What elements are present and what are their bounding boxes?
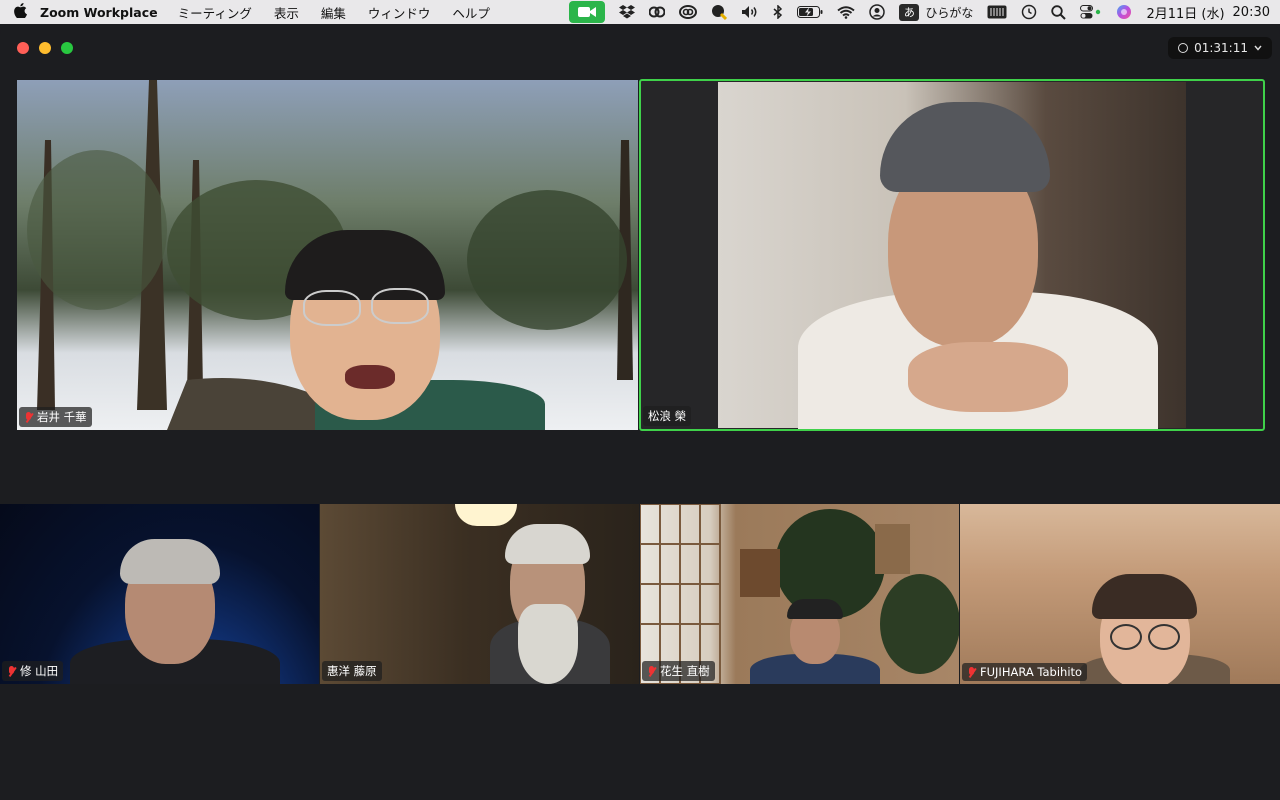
participant-name-tag: 花生 直樹 — [642, 661, 715, 681]
user-account-icon[interactable] — [869, 0, 886, 24]
participant-name-tag: 松浪 榮 — [643, 406, 692, 426]
apple-menu-icon[interactable] — [0, 2, 40, 22]
microphone-muted-icon — [7, 665, 16, 677]
wifi-icon[interactable] — [837, 0, 856, 24]
bluetooth-icon[interactable] — [773, 0, 783, 24]
microphone-muted-icon — [967, 666, 976, 678]
video-tile[interactable]: 修 山田 — [0, 504, 319, 684]
microphone-muted-icon — [647, 665, 656, 677]
bug-alert-icon[interactable] — [711, 0, 728, 24]
video-tile[interactable]: FUJIHARA Tabihito — [960, 504, 1280, 684]
minimize-window-button[interactable] — [39, 42, 51, 54]
menubar-date[interactable]: 2月11日 (水) — [1146, 0, 1224, 24]
zoom-video-icon[interactable] — [569, 1, 606, 23]
chevron-down-icon — [1254, 45, 1262, 51]
weave-icon[interactable] — [649, 0, 666, 24]
microphone-muted-icon — [24, 411, 33, 423]
menu-bar: Zoom Workplace ミーティング 表示 編集 ウィンドウ ヘルプ あ … — [0, 0, 1280, 24]
creative-cloud-icon[interactable] — [679, 0, 698, 24]
zoom-meeting-window: 01:31:11 岩井 千華 松浪 榮 修 山田 惠洋 藤原 花生 直樹 FUJ… — [0, 24, 1280, 800]
video-tile-active-speaker[interactable]: 松浪 榮 — [639, 79, 1265, 431]
participant-name: 松浪 榮 — [648, 409, 687, 423]
video-tile[interactable]: 惠洋 藤原 — [320, 504, 639, 684]
participant-figure — [285, 230, 575, 430]
participant-name: 岩井 千華 — [37, 410, 87, 424]
participant-name-tag: 岩井 千華 — [19, 407, 92, 427]
participant-figure — [1070, 574, 1230, 684]
participant-name: 惠洋 藤原 — [327, 664, 377, 678]
dropbox-icon[interactable] — [619, 0, 636, 24]
fullscreen-window-button[interactable] — [61, 42, 73, 54]
control-center-icon[interactable] — [1080, 0, 1102, 24]
meeting-timer[interactable]: 01:31:11 — [1168, 37, 1272, 59]
spotlight-search-icon[interactable] — [1051, 0, 1067, 24]
video-tile[interactable]: 花生 直樹 — [640, 504, 959, 684]
menubar-time[interactable]: 20:30 — [1233, 0, 1270, 24]
participant-figure — [490, 524, 610, 684]
participant-figure — [70, 539, 280, 684]
participant-figure — [750, 599, 880, 684]
menu-edit[interactable]: 編集 — [321, 3, 346, 22]
menu-window[interactable]: ウィンドウ — [368, 3, 431, 22]
video-background — [718, 82, 1186, 429]
participant-figure — [798, 92, 1168, 429]
keyboard-icon[interactable] — [987, 0, 1007, 24]
input-method-indicator[interactable]: あ ひらがな — [899, 0, 973, 24]
participant-name-tag: 修 山田 — [2, 661, 64, 681]
beard — [518, 604, 578, 684]
meeting-elapsed-time: 01:31:11 — [1194, 41, 1248, 55]
participant-name-tag: 惠洋 藤原 — [322, 661, 382, 681]
participant-name-tag: FUJIHARA Tabihito — [962, 663, 1088, 681]
battery-icon[interactable] — [797, 0, 823, 24]
ime-char: あ — [899, 3, 920, 21]
menu-help[interactable]: ヘルプ — [452, 3, 490, 22]
close-window-button[interactable] — [17, 42, 29, 54]
participant-name: 花生 直樹 — [660, 664, 710, 678]
participant-name: FUJIHARA Tabihito — [980, 665, 1083, 679]
video-tile[interactable]: 岩井 千華 — [17, 80, 638, 430]
clock-icon — [1178, 43, 1189, 53]
menu-meeting[interactable]: ミーティング — [178, 3, 252, 22]
time-machine-icon[interactable] — [1021, 0, 1037, 24]
ime-label: ひらがな — [925, 5, 974, 20]
clasped-hands — [908, 342, 1068, 412]
app-menu[interactable]: Zoom Workplace — [40, 5, 158, 20]
siri-icon[interactable] — [1116, 0, 1132, 24]
participant-name: 修 山田 — [20, 664, 59, 678]
volume-icon[interactable] — [741, 0, 759, 24]
menu-view[interactable]: 表示 — [274, 3, 299, 22]
